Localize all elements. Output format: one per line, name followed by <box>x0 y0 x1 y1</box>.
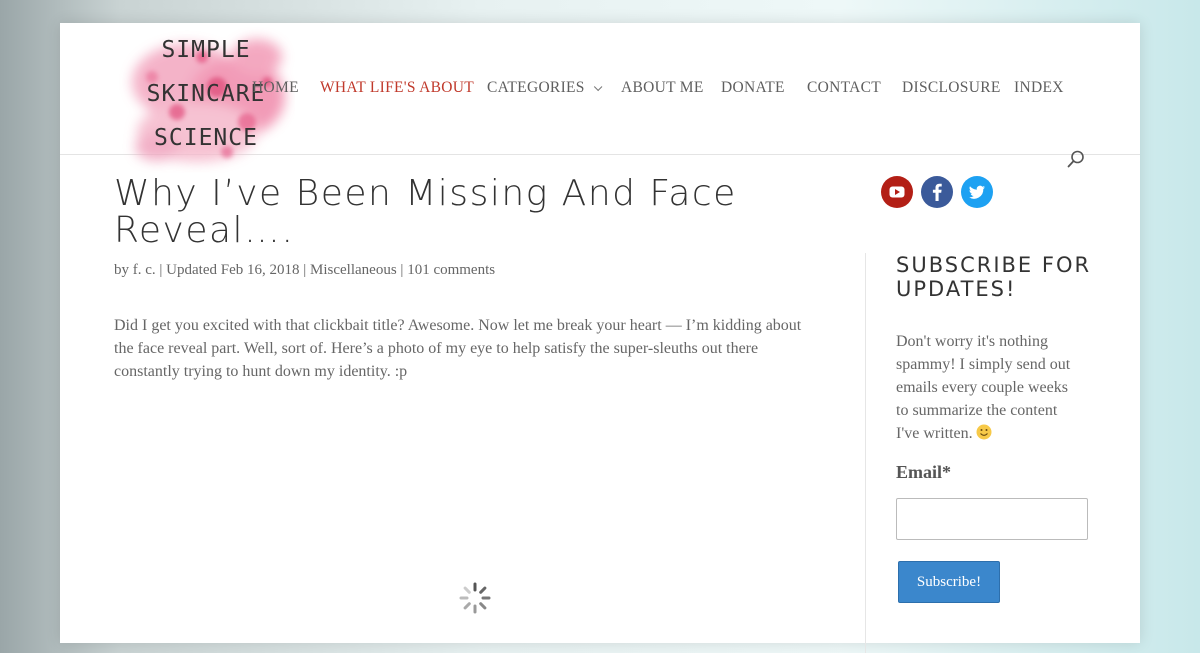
nav-item-disclosure[interactable]: DISCLOSURE <box>902 79 1001 97</box>
search-icon[interactable] <box>1067 150 1085 168</box>
post-author[interactable]: by f. c. <box>114 262 156 278</box>
subscribe-button[interactable]: Subscribe! <box>898 561 1000 603</box>
email-input[interactable] <box>896 498 1088 540</box>
meta-separator: | <box>303 262 307 278</box>
loading-spinner-icon <box>459 582 491 614</box>
nav-item-home[interactable]: HOME <box>252 79 299 97</box>
page-container: SIMPLE SKINCARE SCIENCE HOME WHAT LIFE'S… <box>60 23 1140 653</box>
twitter-icon <box>961 176 993 208</box>
post-category-link[interactable]: Miscellaneous <box>310 262 397 278</box>
twitter-link[interactable] <box>961 176 993 208</box>
sidebar-subscribe-title: SUBSCRIBE FOR UPDATES! <box>896 253 1092 301</box>
youtube-icon <box>881 176 913 208</box>
logo-text-line-3: SCIENCE <box>154 125 258 151</box>
facebook-link[interactable] <box>921 176 953 208</box>
logo-text-line-1: SIMPLE <box>161 37 251 63</box>
youtube-link[interactable] <box>881 176 913 208</box>
smiley-icon <box>976 424 992 440</box>
post-updated-date: Updated Feb 16, 2018 <box>166 262 300 278</box>
meta-separator: | <box>400 262 404 278</box>
post-excerpt: Did I get you excited with that clickbai… <box>114 317 802 380</box>
nav-item-what-lifes-about[interactable]: WHAT LIFE'S ABOUT <box>320 79 474 97</box>
post-meta: by f. c. | Updated Feb 16, 2018 | Miscel… <box>114 262 495 279</box>
nav-item-contact[interactable]: CONTACT <box>807 79 881 97</box>
nav-item-index[interactable]: INDEX <box>1014 79 1064 97</box>
nav-item-donate[interactable]: DONATE <box>721 79 785 97</box>
site-logo[interactable]: SIMPLE SKINCARE SCIENCE <box>117 27 295 173</box>
meta-separator: | <box>159 262 163 278</box>
post-title[interactable]: Why I’ve Been Missing And Face Reveal…. <box>114 175 754 249</box>
nav-item-about-me[interactable]: ABOUT ME <box>621 79 704 97</box>
site-header: SIMPLE SKINCARE SCIENCE HOME WHAT LIFE'S… <box>60 23 1140 162</box>
sidebar-divider <box>865 253 866 653</box>
email-label: Email* <box>896 462 952 482</box>
sidebar-subscribe-text: Don't worry it's nothing spammy! I simpl… <box>896 330 1078 445</box>
nav-item-categories[interactable]: CATEGORIES <box>487 79 603 97</box>
nav-item-categories-label: CATEGORIES <box>487 79 585 96</box>
post-comments-link[interactable]: 101 comments <box>407 262 495 278</box>
chevron-down-icon <box>593 82 603 92</box>
facebook-icon <box>921 176 953 208</box>
